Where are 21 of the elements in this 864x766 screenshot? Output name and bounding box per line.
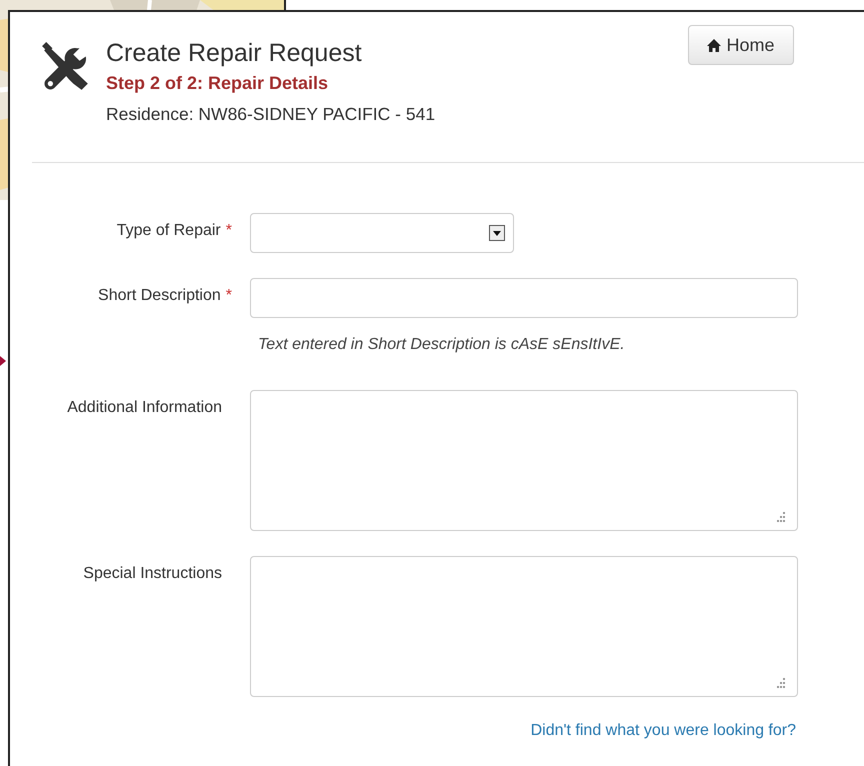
field-label: Special Instructions [83,565,222,582]
required-mark: * [226,222,232,239]
text-area[interactable] [250,556,798,697]
step-indicator: Step 2 of 2: Repair Details [106,72,330,95]
text-area[interactable] [250,390,798,531]
residence-label: Residence: NW86-SIDNEY PACIFIC - 541 [106,104,436,125]
required-mark: * [226,287,232,304]
field-label: Short Description [98,287,221,304]
repair-type-dropdown[interactable] [250,213,514,253]
resize-grip-icon [775,678,785,688]
home-button[interactable]: Home [688,25,794,65]
hint-text: Text entered in Short Description is cAsE sEnsItIvE. [258,336,626,354]
field-label: Type of Repair [116,222,221,239]
input-field[interactable] [250,278,798,318]
dropdown-icon [489,225,505,241]
home-icon [707,38,722,52]
help-link[interactable]: Didn't find what you were looking for? [530,722,796,739]
arrow-icon [0,356,6,366]
resize-grip-icon [775,512,785,522]
dialog-title: Create Repair Request [106,38,363,69]
field-label: Additional Information [67,399,222,416]
